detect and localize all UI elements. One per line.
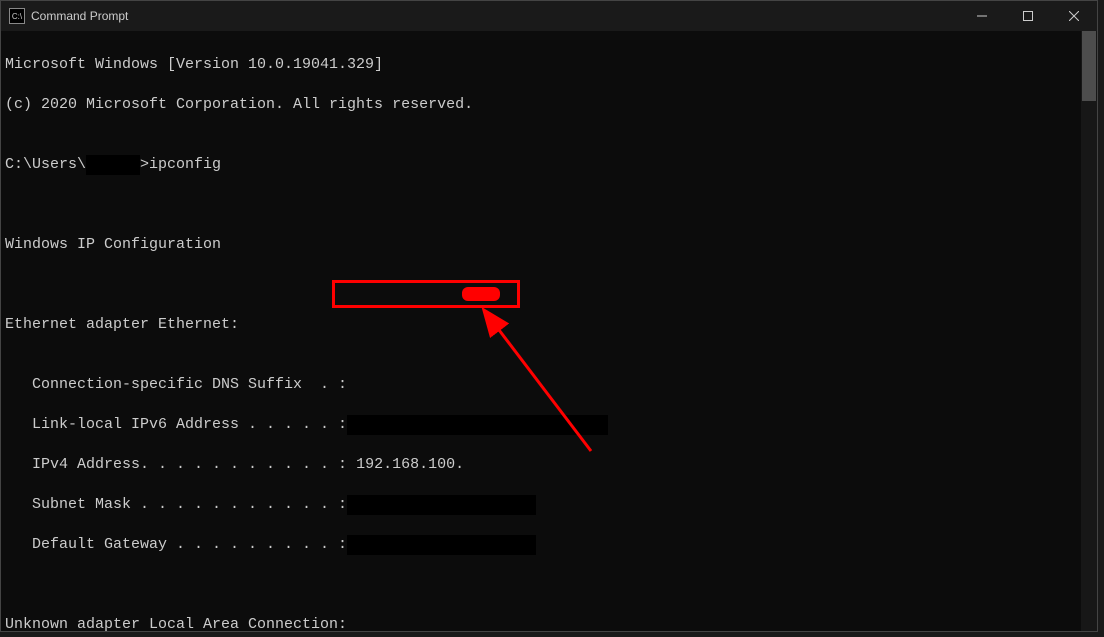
command-ipconfig: >ipconfig: [140, 156, 221, 173]
ip-config-heading: Windows IP Configuration: [5, 235, 1093, 255]
subnet-line: Subnet Mask . . . . . . . . . . . : xxxx…: [5, 495, 1093, 515]
subnet-label: Subnet Mask . . . . . . . . . . . :: [5, 496, 347, 513]
copyright-line: (c) 2020 Microsoft Corporation. All righ…: [5, 95, 1093, 115]
close-button[interactable]: [1051, 1, 1097, 31]
ipv6-line: Link-local IPv6 Address . . . . . : xxxx…: [5, 415, 1093, 435]
titlebar[interactable]: C:\ Command Prompt: [1, 1, 1097, 31]
window-title: Command Prompt: [31, 9, 959, 23]
redacted-subnet: xxxxxxxxxxxxxxxxxxxx: [347, 495, 536, 515]
app-icon: C:\: [9, 8, 25, 24]
prompt-path: C:\Users\: [5, 156, 86, 173]
terminal-output: Microsoft Windows [Version 10.0.19041.32…: [1, 31, 1097, 631]
redacted-username: xxxxxx: [86, 155, 140, 175]
os-version-line: Microsoft Windows [Version 10.0.19041.32…: [5, 55, 1093, 75]
command-prompt-window: C:\ Command Prompt Microsoft Windows [Ve…: [0, 0, 1098, 632]
ethernet-adapter-heading: Ethernet adapter Ethernet:: [5, 315, 1093, 335]
app-icon-text: C:\: [12, 12, 22, 21]
ipv6-label: Link-local IPv6 Address . . . . . :: [5, 416, 347, 433]
terminal-body[interactable]: Microsoft Windows [Version 10.0.19041.32…: [1, 31, 1097, 631]
prompt-line-1: C:\Users\xxxxxx>ipconfig: [5, 155, 1093, 175]
window-controls: [959, 1, 1097, 31]
maximize-button[interactable]: [1005, 1, 1051, 31]
redacted-ipv6: xxxxxxxxxxxxxxxxxxxxxxxxxxxx: [347, 415, 608, 435]
ipv4-last-octet-redaction: [462, 287, 500, 301]
ipv4-label: IPv4 Address. . . . . . . . . . . :: [5, 456, 356, 473]
dns-suffix-line: Connection-specific DNS Suffix . :: [5, 375, 1093, 395]
unknown-adapter-heading: Unknown adapter Local Area Connection:: [5, 615, 1093, 631]
redacted-gateway: xxxxxxxxxxxxxxxxxxxx: [347, 535, 536, 555]
ipv4-address-value: 192.168.100.: [356, 456, 464, 473]
gateway-line: Default Gateway . . . . . . . . . : xxxx…: [5, 535, 1093, 555]
ipv4-line: IPv4 Address. . . . . . . . . . . : 192.…: [5, 455, 1093, 475]
minimize-button[interactable]: [959, 1, 1005, 31]
gateway-label: Default Gateway . . . . . . . . . :: [5, 536, 347, 553]
